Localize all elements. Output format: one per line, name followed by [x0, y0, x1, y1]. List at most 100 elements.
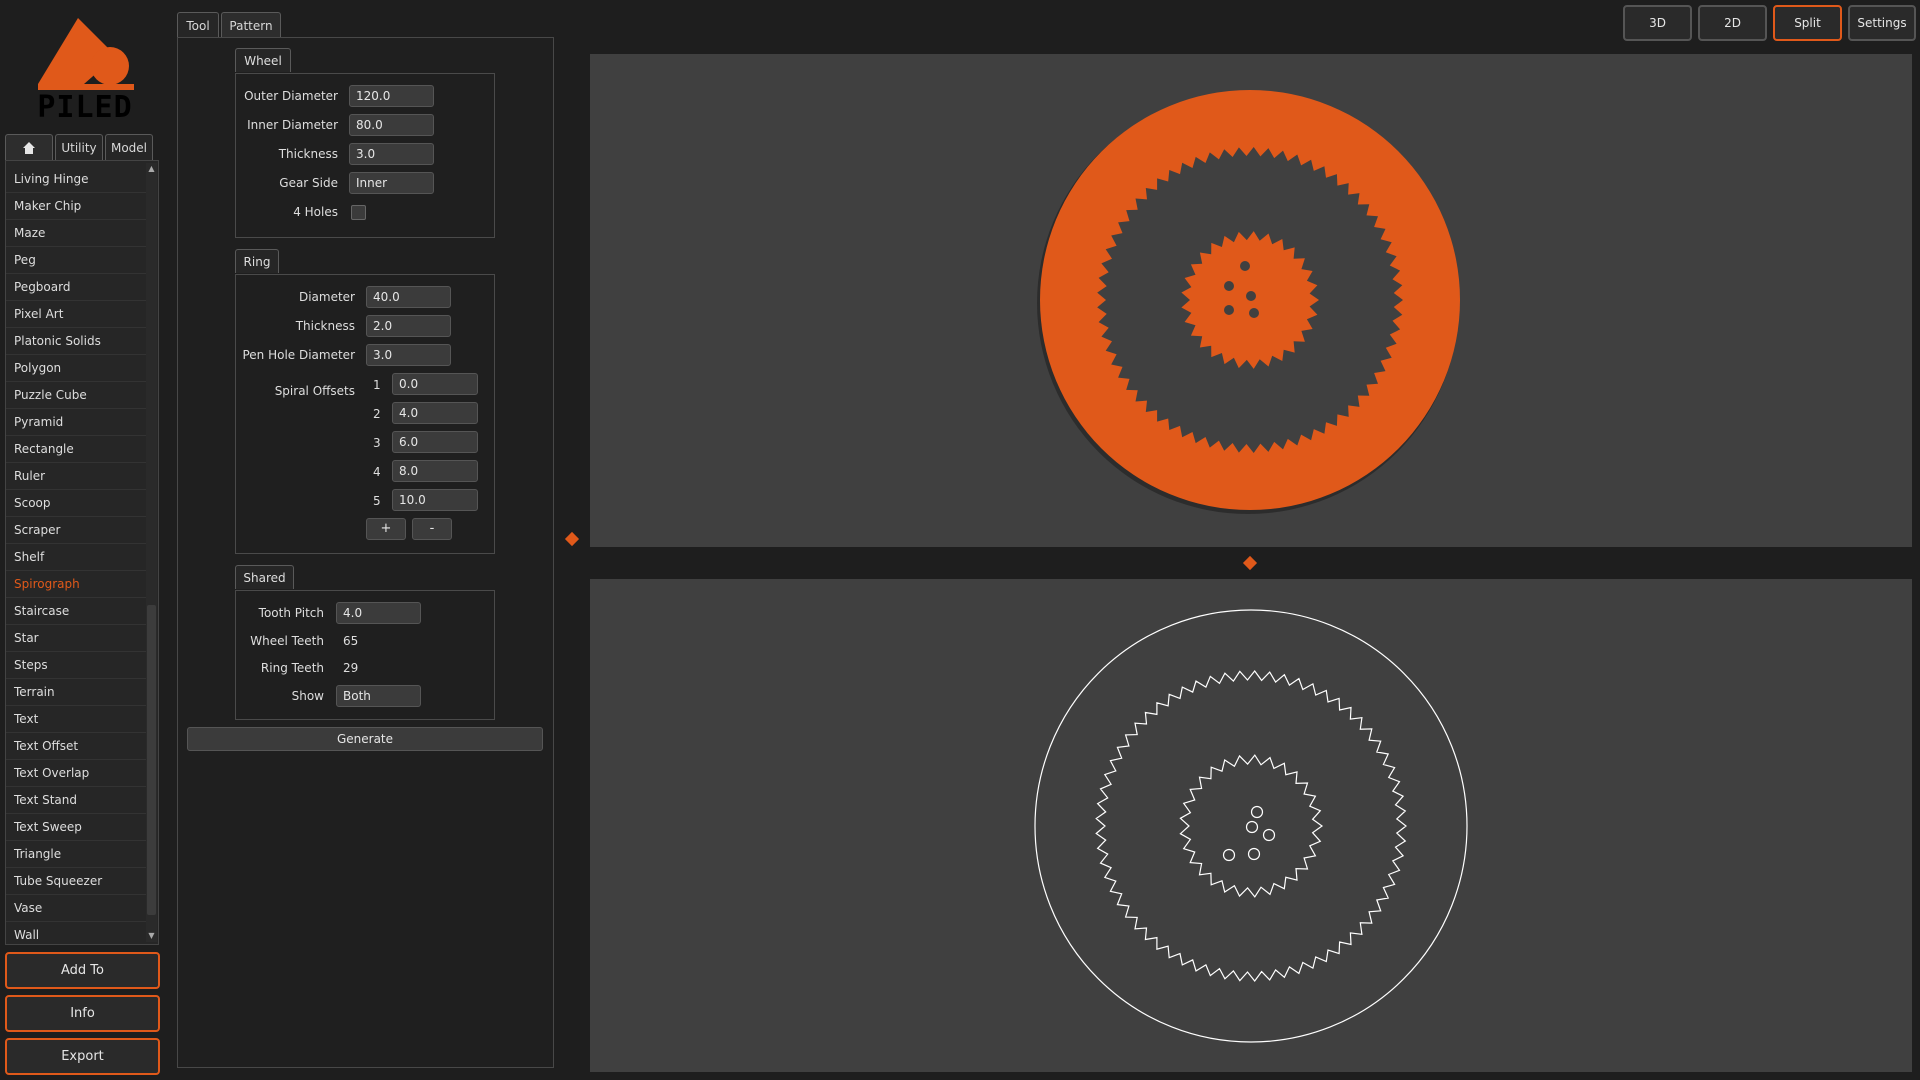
ring-thickness-input[interactable]: 2.0	[366, 315, 451, 337]
settings-button[interactable]: Settings	[1848, 5, 1916, 41]
tab-pattern[interactable]: Pattern	[221, 12, 281, 38]
tab-model[interactable]: Model	[105, 134, 153, 160]
sidebar-tabs: Utility Model	[5, 134, 155, 160]
view-2d-button[interactable]: 2D	[1698, 5, 1767, 41]
wheel-inner-gear-outline	[1095, 670, 1407, 982]
tool-list-item[interactable]: Shelf	[6, 544, 146, 571]
pen-hole-diameter-label: Pen Hole Diameter	[242, 348, 355, 362]
tool-list-item[interactable]: Text Stand	[6, 787, 146, 814]
sidebar: PILED Utility Model Living Hinge Maker Ch…	[0, 0, 168, 1080]
scrollbar-thumb[interactable]	[147, 605, 156, 915]
ring-gear-outline	[1179, 754, 1324, 898]
spiral-offset-input-3[interactable]: 6.0	[392, 431, 478, 453]
tool-list-item[interactable]: Spirograph	[6, 571, 146, 598]
wheel-group-title: Wheel	[235, 48, 291, 72]
ring-group-title: Ring	[235, 249, 279, 273]
logo-text: PILED	[37, 90, 133, 125]
tool-list-item[interactable]: Maze	[6, 220, 146, 247]
spiral-offset-input-1[interactable]: 0.0	[392, 373, 478, 395]
tool-list-item[interactable]: Living Hinge	[6, 166, 146, 193]
shared-group-title: Shared	[235, 565, 294, 589]
view-3d-button[interactable]: 3D	[1623, 5, 1692, 41]
scroll-down-icon[interactable]: ▼	[146, 930, 157, 942]
tooth-pitch-label: Tooth Pitch	[258, 606, 324, 620]
add-to-button[interactable]: Add To	[5, 952, 160, 989]
show-select[interactable]: Both	[336, 685, 421, 707]
tool-list-item[interactable]: Text Overlap	[6, 760, 146, 787]
tool-list-item[interactable]: Pegboard	[6, 274, 146, 301]
tab-home[interactable]	[5, 134, 53, 160]
wheel-thickness-label: Thickness	[278, 147, 338, 161]
spiral-offset-input-5[interactable]: 10.0	[392, 489, 478, 511]
tab-utility[interactable]: Utility	[55, 134, 103, 160]
ring-teeth-value: 29	[343, 661, 359, 675]
show-label: Show	[291, 689, 324, 703]
gear-side-select[interactable]: Inner	[349, 172, 434, 194]
pen-hole	[1224, 281, 1234, 291]
vertical-splitter-handle[interactable]	[564, 531, 580, 547]
pen-hole-outline	[1262, 828, 1276, 842]
tool-list-item[interactable]: Staircase	[6, 598, 146, 625]
pen-hole-diameter-input[interactable]: 3.0	[366, 344, 451, 366]
remove-offset-button[interactable]: -	[412, 518, 452, 540]
spiral-offset-index: 4	[373, 465, 381, 479]
pen-hole-outline	[1222, 848, 1236, 862]
tool-list-item[interactable]: Pixel Art	[6, 301, 146, 328]
tool-list-item[interactable]: Ruler	[6, 463, 146, 490]
inner-diameter-input[interactable]: 80.0	[349, 114, 434, 136]
tool-list-item[interactable]: Terrain	[6, 679, 146, 706]
tool-list-item[interactable]: Text Offset	[6, 733, 146, 760]
export-button[interactable]: Export	[5, 1038, 160, 1075]
add-offset-button[interactable]: +	[366, 518, 406, 540]
view-split-button[interactable]: Split	[1773, 5, 1842, 41]
info-button[interactable]: Info	[5, 995, 160, 1032]
pen-hole	[1249, 308, 1259, 318]
tool-list-item[interactable]: Puzzle Cube	[6, 382, 146, 409]
tooth-pitch-input[interactable]: 4.0	[336, 602, 421, 624]
pen-hole-outline	[1245, 820, 1259, 834]
tool-list-item[interactable]: Scoop	[6, 490, 146, 517]
generate-button[interactable]: Generate	[187, 727, 543, 751]
tool-list-item[interactable]: Vase	[6, 895, 146, 922]
tool-list-item[interactable]: Pyramid	[6, 409, 146, 436]
pen-hole-outline	[1247, 847, 1261, 861]
pen-hole	[1246, 291, 1256, 301]
tool-list-item[interactable]: Polygon	[6, 355, 146, 382]
spiral-offset-index: 5	[373, 494, 381, 508]
tool-list-item[interactable]: Tube Squeezer	[6, 868, 146, 895]
tool-list-item[interactable]: Star	[6, 625, 146, 652]
spiral-offset-input-2[interactable]: 4.0	[392, 402, 478, 424]
wheel-thickness-input[interactable]: 3.0	[349, 143, 434, 165]
logo-shape-icon	[38, 18, 134, 90]
tool-list-item[interactable]: Scraper	[6, 517, 146, 544]
tab-tool[interactable]: Tool	[177, 12, 219, 38]
scroll-up-icon[interactable]: ▲	[146, 163, 157, 175]
tool-list-item[interactable]: Triangle	[6, 841, 146, 868]
wheel-teeth-value: 65	[343, 634, 359, 648]
four-holes-label: 4 Holes	[293, 205, 338, 219]
tool-list-item[interactable]: Text	[6, 706, 146, 733]
outer-diameter-input[interactable]: 120.0	[349, 85, 434, 107]
3d-viewport[interactable]	[590, 54, 1912, 547]
2d-viewport[interactable]	[590, 579, 1912, 1072]
wheel-teeth-label: Wheel Teeth	[250, 634, 324, 648]
pen-hole-outline	[1250, 805, 1264, 819]
3d-spirograph-render	[1037, 90, 1460, 514]
tool-list-item[interactable]: Maker Chip	[6, 193, 146, 220]
app-window: PILED Utility Model Living Hinge Maker Ch…	[0, 0, 1920, 1080]
tool-list-item[interactable]: Text Sweep	[6, 814, 146, 841]
horizontal-splitter-handle[interactable]	[1242, 555, 1258, 571]
tool-list-item[interactable]: Wall	[6, 922, 146, 944]
ring-thickness-label: Thickness	[295, 319, 355, 333]
tool-list: Living Hinge Maker Chip Maze Peg Pegboard Pix…	[5, 160, 159, 945]
spiral-offset-input-4[interactable]: 8.0	[392, 460, 478, 482]
ring-diameter-input[interactable]: 40.0	[366, 286, 451, 308]
tool-list-item[interactable]: Peg	[6, 247, 146, 274]
gear-side-label: Gear Side	[279, 176, 338, 190]
four-holes-checkbox[interactable]	[351, 205, 366, 220]
tool-list-item[interactable]: Platonic Solids	[6, 328, 146, 355]
tool-list-item[interactable]: Rectangle	[6, 436, 146, 463]
tool-list-item[interactable]: Steps	[6, 652, 146, 679]
tool-list-scrollbar[interactable]: ▲ ▼	[146, 163, 157, 942]
spiral-offset-index: 3	[373, 436, 381, 450]
